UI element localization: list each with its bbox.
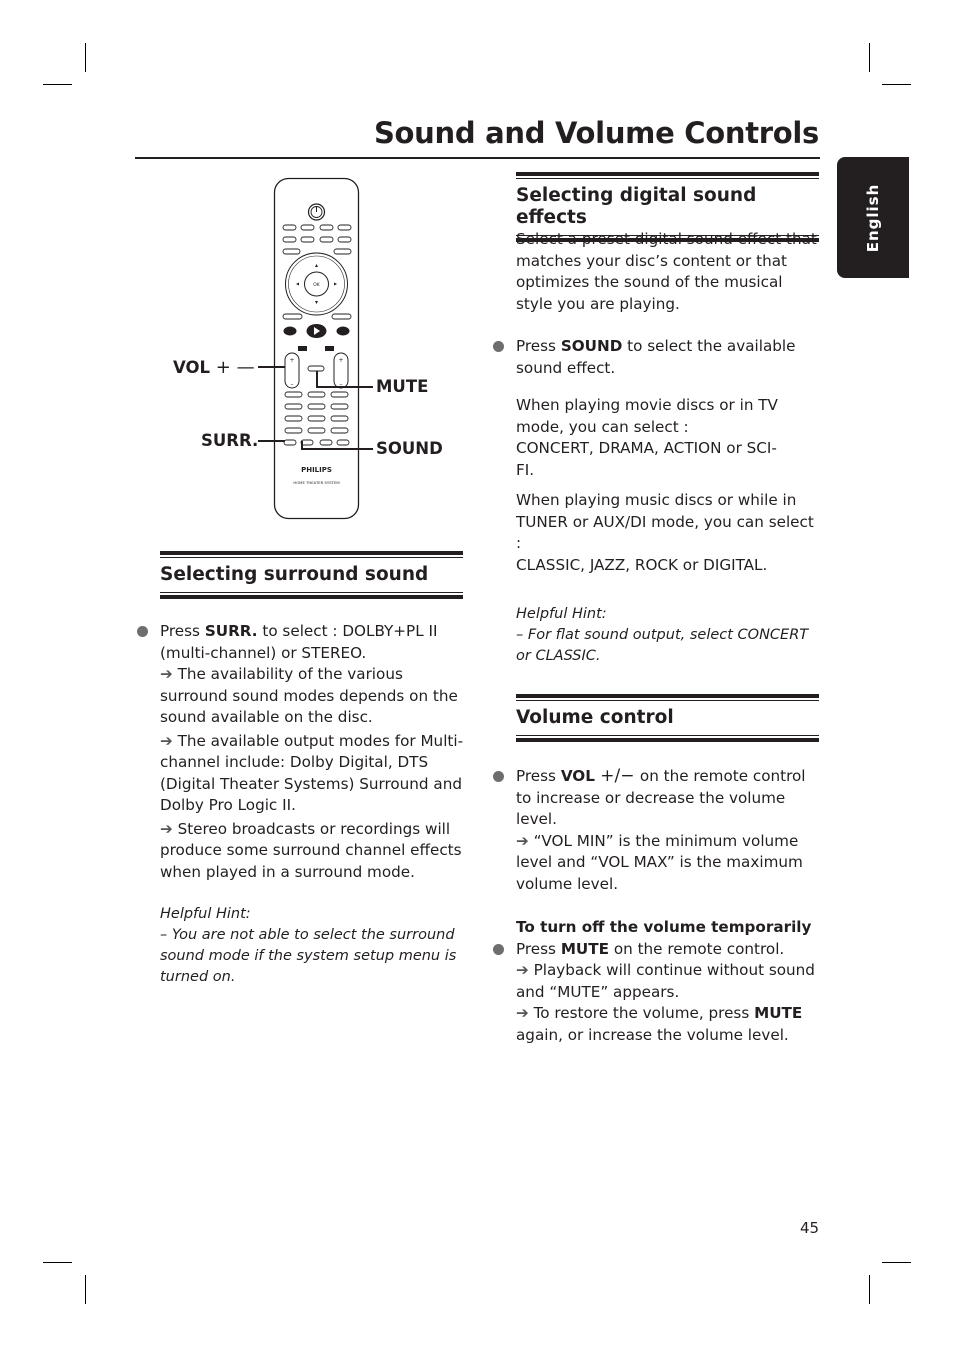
- power-button-icon: [307, 203, 326, 221]
- vol-key-label: VOL: [560, 767, 595, 785]
- bullet-icon: [493, 771, 504, 782]
- volume-section-header: Volume control: [516, 694, 819, 742]
- callout-vol: VOL + —: [173, 357, 255, 378]
- remote-control-illustration: OK + – + – PHILIPS HOME THEATER SYSTEM: [273, 177, 360, 520]
- callout-mute-line-h: [316, 386, 373, 388]
- surround-note: ➔ Stereo broadcasts or recordings will p…: [160, 819, 462, 881]
- volume-heading: Volume control: [516, 707, 674, 728]
- mute-key-label: MUTE: [560, 939, 609, 958]
- digital-hint-title: Helpful Hint:: [516, 606, 607, 622]
- crop-mark: [882, 1262, 911, 1263]
- arrow-icon: ➔: [516, 831, 529, 850]
- callout-vol-line: [258, 366, 285, 368]
- tv-vol-rocker: + –: [333, 352, 349, 389]
- svg-text:–: –: [291, 381, 294, 388]
- digital-music-options: CLASSIC, JAZZ, ROCK or DIGITAL.: [516, 555, 768, 574]
- callout-mute: MUTE: [376, 377, 429, 396]
- mute-instruction: Press MUTE on the remote control.: [493, 939, 821, 961]
- surround-note: ➔ The availability of the various surrou…: [160, 665, 458, 726]
- callout-vol-symbols: + —: [215, 357, 255, 378]
- arrow-icon: ➔: [160, 819, 173, 838]
- mute-subheading: To turn off the volume temporarily: [516, 918, 812, 936]
- callout-surr-line: [258, 440, 285, 442]
- volume-note: ➔ “VOL MIN” is the minimum volume level …: [516, 831, 803, 893]
- crop-mark: [85, 1275, 86, 1304]
- arrow-icon: ➔: [516, 1004, 529, 1022]
- mute-note: ➔ Playback will continue without sound a…: [516, 961, 815, 1001]
- vol-rocker: + –: [284, 352, 300, 389]
- digital-intro: Select a preset digital sound effect tha…: [516, 230, 817, 313]
- ok-button-label: OK: [313, 282, 321, 288]
- title-divider: [135, 157, 820, 159]
- digital-movie-options: CONCERT, DRAMA, ACTION or SCI-FI.: [516, 439, 777, 479]
- digital-body: Select a preset digital sound effect tha…: [493, 229, 821, 667]
- surround-instruction: Press SURR. to select : DOLBY+PL II (mul…: [137, 621, 465, 664]
- digital-hint-text: – For flat sound output, select CONCERT …: [516, 627, 809, 664]
- crop-mark: [43, 84, 72, 85]
- callout-vol-label: VOL: [173, 358, 211, 377]
- surround-body: Press SURR. to select : DOLBY+PL II (mul…: [137, 621, 465, 988]
- callout-surr: SURR.: [201, 431, 259, 450]
- bullet-icon: [137, 626, 148, 637]
- surround-note: ➔ The available output modes for Multi-c…: [160, 731, 464, 815]
- crop-mark: [869, 43, 870, 72]
- crop-mark: [869, 1275, 870, 1304]
- crop-mark: [43, 1262, 72, 1263]
- bullet-icon: [493, 943, 504, 955]
- page-title: Sound and Volume Controls: [373, 116, 819, 150]
- arrow-icon: ➔: [160, 731, 173, 750]
- crop-mark: [85, 43, 86, 72]
- surround-hint-title: Helpful Hint:: [160, 906, 251, 922]
- language-tab-label: English: [864, 183, 882, 252]
- crop-mark: [882, 84, 911, 85]
- svg-text:+: +: [289, 357, 294, 364]
- surround-hint-text: – You are not able to select the surroun…: [160, 927, 457, 985]
- surr-key-label: SURR.: [204, 622, 258, 640]
- mute-note: ➔ To restore the volume, press MUTE agai…: [516, 1004, 803, 1044]
- callout-sound-line-h: [301, 448, 373, 450]
- callout-sound: SOUND: [376, 439, 443, 458]
- navigation-ring: OK: [285, 252, 348, 316]
- digital-music-text: When playing music discs or while in TUN…: [516, 491, 814, 552]
- svg-text:+: +: [338, 357, 343, 364]
- digital-heading: Selecting digital sound effects: [516, 185, 757, 228]
- surround-heading: Selecting surround sound: [160, 564, 429, 585]
- volume-body: Press VOL +/− on the remote control to i…: [493, 766, 821, 1046]
- sound-key-label: SOUND: [560, 337, 623, 355]
- bullet-icon: [493, 341, 504, 352]
- surround-section-header: Selecting surround sound: [160, 551, 463, 599]
- remote-model-label: HOME THEATER SYSTEM: [293, 480, 339, 485]
- vol-plus-minus-symbols: +/−: [594, 766, 640, 786]
- remote-brand-logo: PHILIPS: [301, 466, 332, 474]
- arrow-icon: ➔: [160, 665, 173, 683]
- page-number: 45: [800, 1219, 820, 1237]
- arrow-icon: ➔: [516, 961, 529, 979]
- language-tab: English: [837, 157, 909, 278]
- volume-instruction: Press VOL +/− on the remote control to i…: [493, 766, 821, 831]
- digital-instruction: Press SOUND to select the available soun…: [493, 336, 821, 379]
- digital-movie-text: When playing movie discs or in TV mode, …: [516, 396, 778, 436]
